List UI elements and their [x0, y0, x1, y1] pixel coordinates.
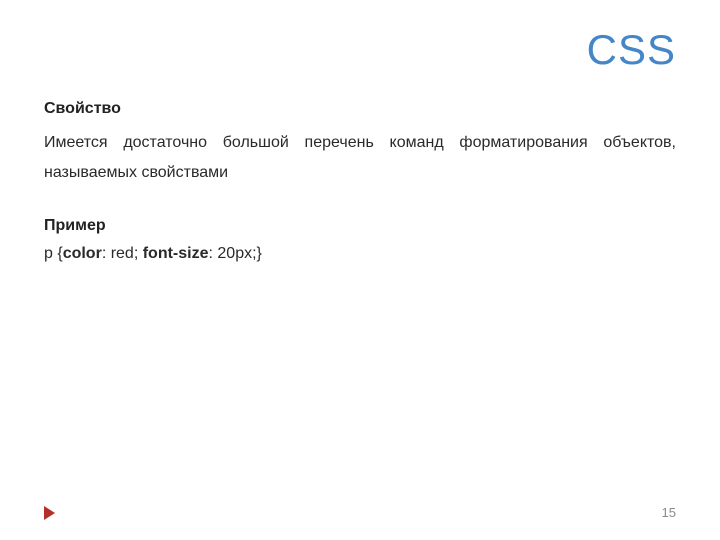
slide-title: CSS — [44, 26, 676, 74]
code-example: p {color: red; font-size: 20px;} — [44, 245, 676, 263]
example-heading: Пример — [44, 217, 676, 235]
code-selector: p { — [44, 245, 63, 262]
page-number: 15 — [662, 505, 676, 520]
code-separator-1: : red; — [102, 245, 143, 262]
code-property-color: color — [63, 245, 102, 262]
code-separator-2: : 20px;} — [209, 245, 262, 262]
section-heading: Свойство — [44, 100, 676, 118]
play-triangle-icon — [44, 506, 55, 520]
body-paragraph: Имеется достаточно большой перечень кома… — [44, 128, 676, 187]
slide-container: CSS Свойство Имеется достаточно большой … — [0, 0, 720, 540]
code-property-fontsize: font-size — [143, 245, 209, 262]
